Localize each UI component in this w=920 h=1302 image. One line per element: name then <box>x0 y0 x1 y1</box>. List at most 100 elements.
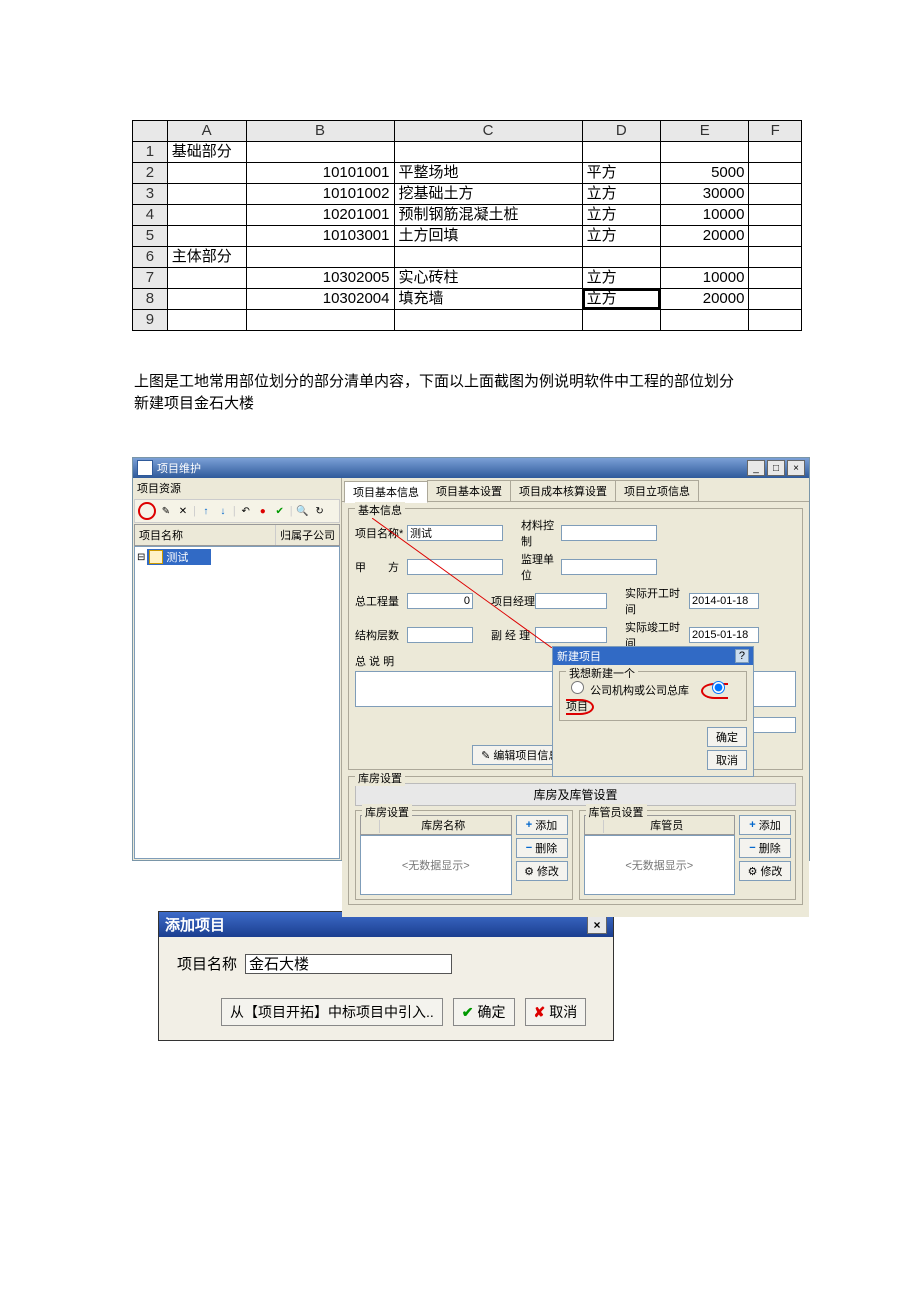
cell[interactable] <box>394 310 582 331</box>
tab-init-info[interactable]: 项目立项信息 <box>615 480 699 502</box>
cell[interactable] <box>661 310 749 331</box>
keeper-add-button[interactable]: +添加 <box>739 815 791 835</box>
cell[interactable] <box>749 226 802 247</box>
row-header[interactable]: 1 <box>133 142 168 163</box>
row-header[interactable]: 7 <box>133 268 168 289</box>
cell[interactable] <box>582 142 660 163</box>
cell[interactable] <box>749 268 802 289</box>
cell[interactable] <box>246 142 394 163</box>
cell[interactable] <box>246 247 394 268</box>
keeper-list[interactable]: <无数据显示> <box>584 835 736 895</box>
edit-icon[interactable]: ✎ <box>159 504 173 518</box>
row-header[interactable]: 2 <box>133 163 168 184</box>
col-header-E[interactable]: E <box>661 121 749 142</box>
search-icon[interactable]: 🔍 <box>296 504 310 518</box>
input-owner[interactable] <box>407 559 503 575</box>
tab-cost-settings[interactable]: 项目成本核算设置 <box>510 480 616 502</box>
cell[interactable] <box>661 247 749 268</box>
row-header[interactable]: 9 <box>133 310 168 331</box>
down-icon[interactable]: ↓ <box>216 504 230 518</box>
cell[interactable]: 平方 <box>582 163 660 184</box>
cell[interactable] <box>167 268 246 289</box>
cell[interactable] <box>749 184 802 205</box>
row-header[interactable]: 5 <box>133 226 168 247</box>
tool-cancel-icon[interactable]: ● <box>256 504 270 518</box>
cell[interactable] <box>167 310 246 331</box>
cell[interactable]: 20000 <box>661 289 749 310</box>
store-list[interactable]: <无数据显示> <box>360 835 512 895</box>
cell[interactable]: 10000 <box>661 268 749 289</box>
input-budget[interactable] <box>561 525 657 541</box>
col-header-A[interactable]: A <box>167 121 246 142</box>
dialog-import-button[interactable]: 从【项目开拓】中标项目中引入.. <box>221 998 443 1026</box>
col-header-B[interactable]: B <box>246 121 394 142</box>
up-icon[interactable]: ↑ <box>199 504 213 518</box>
input-total[interactable] <box>407 593 473 609</box>
cell[interactable] <box>167 184 246 205</box>
cell[interactable] <box>749 163 802 184</box>
undo-icon[interactable]: ↶ <box>239 504 253 518</box>
cell[interactable]: 10201001 <box>246 205 394 226</box>
add-project-icon[interactable] <box>138 502 156 520</box>
keeper-del-button[interactable]: −删除 <box>739 838 791 858</box>
input-super[interactable] <box>561 559 657 575</box>
cell[interactable]: 5000 <box>661 163 749 184</box>
input-end[interactable] <box>689 627 759 643</box>
modal-cancel-button[interactable]: 取消 <box>707 750 747 770</box>
tab-basic-settings[interactable]: 项目基本设置 <box>427 480 511 502</box>
cell[interactable]: 立方 <box>582 226 660 247</box>
keeper-mod-button[interactable]: ⚙修改 <box>739 861 791 881</box>
input-vmgr[interactable] <box>535 627 607 643</box>
cell[interactable] <box>167 163 246 184</box>
cell[interactable]: 30000 <box>661 184 749 205</box>
cell[interactable]: 10302005 <box>246 268 394 289</box>
tab-basic-info[interactable]: 项目基本信息 <box>344 481 428 503</box>
dialog-cancel-button[interactable]: ✘取消 <box>525 998 587 1026</box>
cell[interactable]: 立方 <box>582 289 660 310</box>
store-add-button[interactable]: +添加 <box>516 815 568 835</box>
cell[interactable] <box>749 247 802 268</box>
modal-ok-button[interactable]: 确定 <box>707 727 747 747</box>
cell[interactable] <box>749 310 802 331</box>
row-header[interactable]: 8 <box>133 289 168 310</box>
radio-company[interactable]: 公司机构或公司总库 <box>566 685 689 697</box>
cell[interactable] <box>749 289 802 310</box>
modal-help-icon[interactable]: ? <box>735 649 749 663</box>
cell[interactable]: 土方回填 <box>394 226 582 247</box>
row-header[interactable]: 6 <box>133 247 168 268</box>
input-start[interactable] <box>689 593 759 609</box>
cell[interactable]: 20000 <box>661 226 749 247</box>
cell[interactable] <box>749 205 802 226</box>
col-header-D[interactable]: D <box>582 121 660 142</box>
tool-save-icon[interactable]: ✔ <box>273 504 287 518</box>
cell[interactable]: 实心砖柱 <box>394 268 582 289</box>
tree-expand-icon[interactable]: ⊟ <box>137 552 145 563</box>
cell[interactable]: 预制钢筋混凝土桩 <box>394 205 582 226</box>
project-tree[interactable]: ⊟ 测试 <box>134 546 340 859</box>
cell[interactable]: 挖基础土方 <box>394 184 582 205</box>
refresh-icon[interactable]: ↻ <box>313 504 327 518</box>
cell[interactable] <box>167 205 246 226</box>
maximize-button[interactable]: □ <box>767 460 785 476</box>
cell[interactable] <box>394 247 582 268</box>
input-mgr[interactable] <box>535 593 607 609</box>
input-name[interactable] <box>407 525 503 541</box>
cell[interactable]: 10101001 <box>246 163 394 184</box>
store-mod-button[interactable]: ⚙修改 <box>516 861 568 881</box>
cell[interactable]: 10000 <box>661 205 749 226</box>
cell[interactable] <box>582 247 660 268</box>
row-header[interactable]: 4 <box>133 205 168 226</box>
cell[interactable]: 平整场地 <box>394 163 582 184</box>
delete-icon[interactable]: ✕ <box>176 504 190 518</box>
cell[interactable] <box>167 289 246 310</box>
dialog-close-button[interactable]: × <box>587 916 607 934</box>
dialog-ok-button[interactable]: ✔确定 <box>453 998 515 1026</box>
cell[interactable] <box>246 310 394 331</box>
col-header-F[interactable]: F <box>749 121 802 142</box>
close-button[interactable]: × <box>787 460 805 476</box>
cell[interactable] <box>394 142 582 163</box>
minimize-button[interactable]: _ <box>747 460 765 476</box>
cell[interactable]: 基础部分 <box>167 142 246 163</box>
cell[interactable]: 10302004 <box>246 289 394 310</box>
row-header[interactable]: 3 <box>133 184 168 205</box>
